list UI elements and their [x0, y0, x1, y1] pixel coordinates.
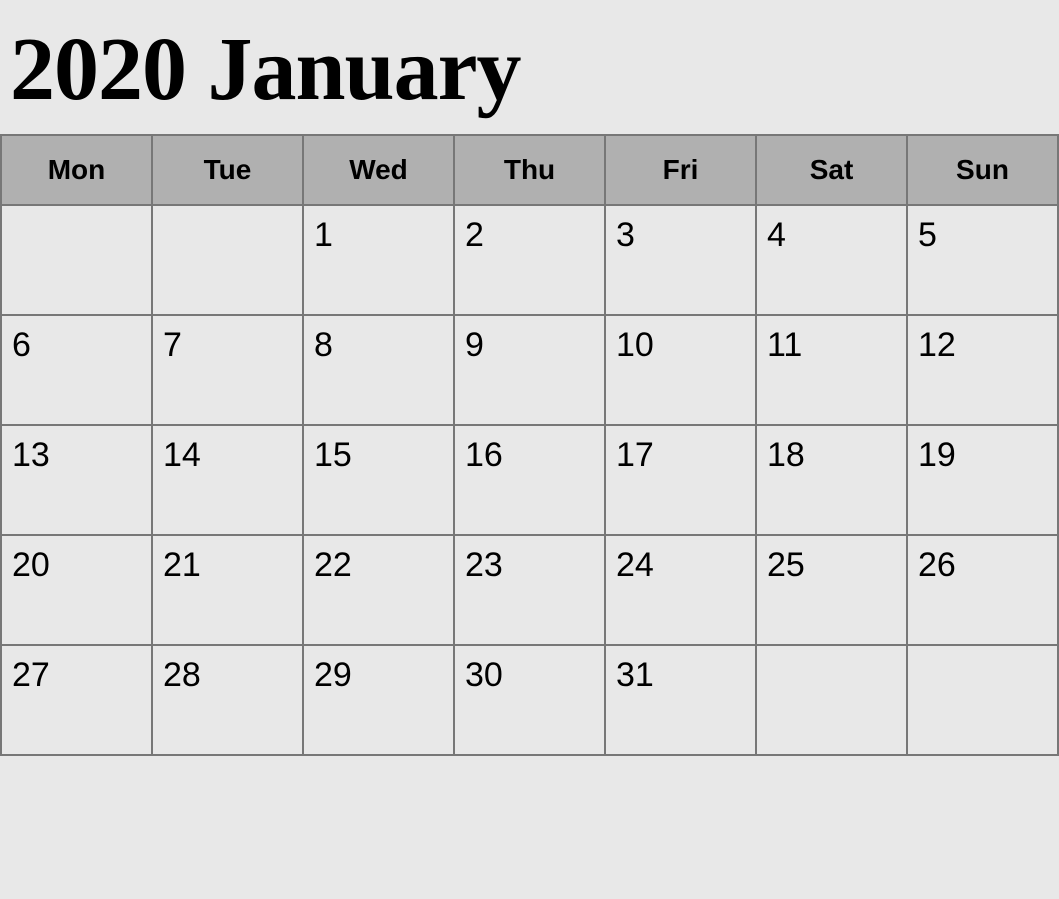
calendar-day	[1, 205, 152, 315]
weekday-wed: Wed	[303, 135, 454, 205]
calendar-day[interactable]: 3	[605, 205, 756, 315]
weekday-tue: Tue	[152, 135, 303, 205]
calendar-day[interactable]: 9	[454, 315, 605, 425]
weekday-row: Mon Tue Wed Thu Fri Sat Sun	[1, 135, 1058, 205]
calendar-day[interactable]: 11	[756, 315, 907, 425]
calendar-month: January	[208, 20, 521, 119]
calendar-week-row: 2728293031	[1, 645, 1058, 755]
calendar-weekdays-header: Mon Tue Wed Thu Fri Sat Sun	[1, 135, 1058, 205]
calendar-day[interactable]: 25	[756, 535, 907, 645]
calendar-day[interactable]: 14	[152, 425, 303, 535]
calendar-week-row: 20212223242526	[1, 535, 1058, 645]
calendar-day[interactable]: 30	[454, 645, 605, 755]
calendar-day[interactable]: 16	[454, 425, 605, 535]
weekday-fri: Fri	[605, 135, 756, 205]
calendar-day[interactable]: 17	[605, 425, 756, 535]
calendar-day[interactable]: 31	[605, 645, 756, 755]
calendar-week-row: 13141516171819	[1, 425, 1058, 535]
weekday-sun: Sun	[907, 135, 1058, 205]
calendar-day[interactable]: 19	[907, 425, 1058, 535]
calendar-week-row: 12345	[1, 205, 1058, 315]
calendar-day	[756, 645, 907, 755]
calendar-day[interactable]: 21	[152, 535, 303, 645]
calendar-year: 2020	[10, 20, 186, 119]
calendar-day[interactable]: 20	[1, 535, 152, 645]
calendar-day[interactable]: 23	[454, 535, 605, 645]
calendar-day[interactable]: 13	[1, 425, 152, 535]
calendar-day[interactable]: 4	[756, 205, 907, 315]
calendar-day[interactable]: 22	[303, 535, 454, 645]
calendar-day[interactable]: 7	[152, 315, 303, 425]
calendar-day[interactable]: 12	[907, 315, 1058, 425]
calendar-day	[152, 205, 303, 315]
calendar-body: 1234567891011121314151617181920212223242…	[1, 205, 1058, 755]
calendar-day[interactable]: 2	[454, 205, 605, 315]
calendar-day[interactable]: 24	[605, 535, 756, 645]
calendar-day[interactable]: 10	[605, 315, 756, 425]
calendar-day[interactable]: 26	[907, 535, 1058, 645]
weekday-mon: Mon	[1, 135, 152, 205]
calendar-title: 2020 January	[10, 20, 1049, 119]
calendar-day[interactable]: 8	[303, 315, 454, 425]
calendar-table: Mon Tue Wed Thu Fri Sat Sun 123456789101…	[0, 134, 1059, 756]
weekday-sat: Sat	[756, 135, 907, 205]
calendar-day[interactable]: 18	[756, 425, 907, 535]
calendar-day[interactable]: 5	[907, 205, 1058, 315]
calendar-day[interactable]: 6	[1, 315, 152, 425]
calendar-header: 2020 January	[0, 0, 1059, 134]
calendar-day[interactable]: 15	[303, 425, 454, 535]
calendar-day[interactable]: 29	[303, 645, 454, 755]
calendar-day[interactable]: 28	[152, 645, 303, 755]
calendar-week-row: 6789101112	[1, 315, 1058, 425]
calendar-day[interactable]: 1	[303, 205, 454, 315]
calendar-day[interactable]: 27	[1, 645, 152, 755]
calendar-day	[907, 645, 1058, 755]
weekday-thu: Thu	[454, 135, 605, 205]
